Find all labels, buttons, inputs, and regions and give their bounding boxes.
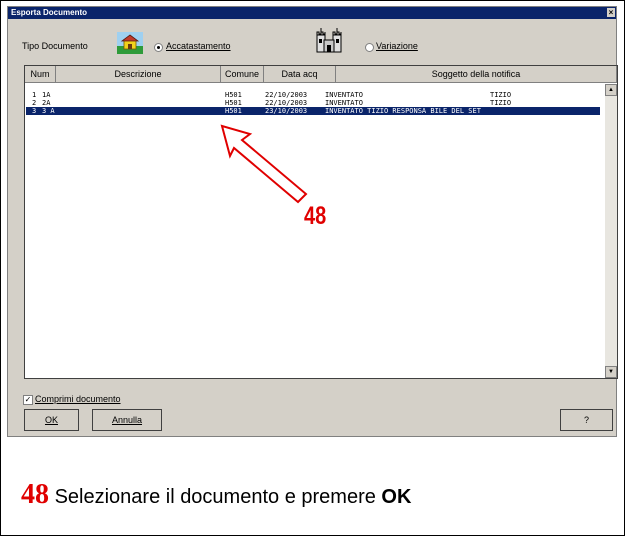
title-bar: Esporta Documento × <box>8 7 616 19</box>
callout-arrow-icon <box>220 124 308 204</box>
comprimi-label: Comprimi documento <box>35 394 121 404</box>
table-row-selected[interactable]: 3 3 A H501 23/10/2003 INVENTATO TIZIO RE… <box>26 107 600 115</box>
table-row[interactable]: 2 2A H501 22/10/2003 INVENTATO TIZIO <box>26 99 600 107</box>
ok-button[interactable]: OK <box>24 409 79 431</box>
annulla-button[interactable]: Annulla <box>92 409 162 431</box>
accatastamento-label: Accatastamento <box>166 41 231 51</box>
variazione-radio[interactable] <box>365 43 374 52</box>
tipo-documento-label: Tipo Documento <box>22 41 88 51</box>
col-descrizione-header[interactable]: Descrizione <box>56 66 221 83</box>
window-title: Esporta Documento <box>11 8 88 17</box>
table-row[interactable]: 1 1A H501 22/10/2003 INVENTATO TIZIO <box>26 91 600 99</box>
help-button[interactable]: ? <box>560 409 613 431</box>
close-icon[interactable]: × <box>607 8 615 17</box>
caption-text: Selezionare il documento e premere <box>54 486 376 508</box>
caption-ok: OK <box>381 486 412 508</box>
scroll-up-icon[interactable]: ▲ <box>605 84 617 96</box>
variazione-label: Variazione <box>376 41 418 51</box>
callout-number: 48 <box>304 202 327 230</box>
castle-icon <box>316 28 342 53</box>
house-icon <box>117 32 143 54</box>
accatastamento-radio[interactable] <box>154 43 163 52</box>
col-comune-header[interactable]: Comune <box>221 66 264 83</box>
vertical-scrollbar[interactable]: ▲ ▼ <box>605 84 617 378</box>
col-data-acq-header[interactable]: Data acq <box>264 66 336 83</box>
col-soggetto-header[interactable]: Soggetto della notifica <box>336 66 617 83</box>
instruction-caption: 48 Selezionare il documento e premere OK <box>21 479 411 511</box>
caption-number: 48 <box>21 479 49 510</box>
scroll-down-icon[interactable]: ▼ <box>605 366 617 378</box>
comprimi-checkbox[interactable]: ✓ <box>23 395 33 405</box>
col-num-header[interactable]: Num <box>25 66 56 83</box>
